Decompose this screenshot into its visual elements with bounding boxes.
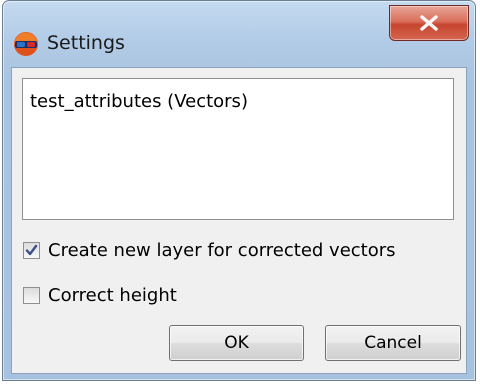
correct-height-label: Correct height bbox=[48, 284, 177, 306]
title-bar[interactable]: Settings bbox=[3, 1, 475, 67]
correct-height-option[interactable]: Correct height bbox=[23, 283, 177, 307]
dialog-body: test_attributes (Vectors) Create new lay… bbox=[11, 67, 467, 374]
create-new-layer-checkbox[interactable] bbox=[23, 241, 40, 259]
create-new-layer-label: Create new layer for corrected vectors bbox=[48, 239, 396, 261]
cancel-button[interactable]: Cancel bbox=[325, 325, 461, 361]
checkmark-icon bbox=[25, 244, 38, 255]
close-button[interactable] bbox=[389, 5, 469, 41]
window-title: Settings bbox=[47, 32, 125, 54]
app-icon bbox=[13, 31, 39, 57]
list-item[interactable]: test_attributes (Vectors) bbox=[30, 91, 248, 113]
close-x-icon bbox=[420, 15, 438, 31]
settings-dialog: Settings test_attributes (Vectors) Creat… bbox=[2, 0, 476, 381]
correct-height-checkbox[interactable] bbox=[23, 286, 40, 304]
create-new-layer-option[interactable]: Create new layer for corrected vectors bbox=[23, 238, 396, 262]
layer-list[interactable]: test_attributes (Vectors) bbox=[22, 78, 454, 220]
ok-button[interactable]: OK bbox=[169, 325, 304, 361]
